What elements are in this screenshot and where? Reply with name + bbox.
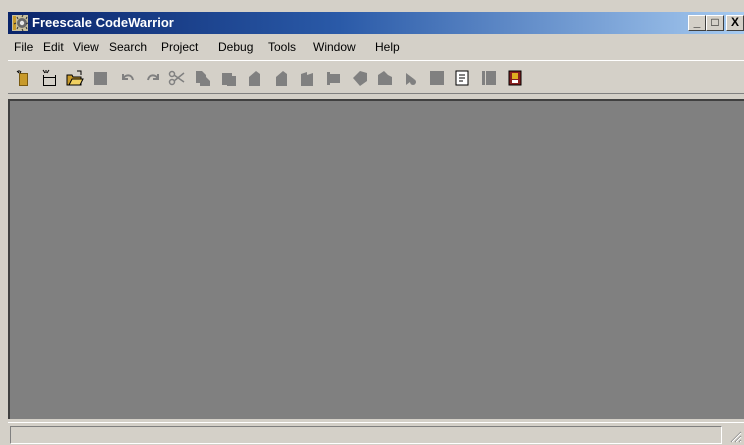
stop-build-icon[interactable] <box>376 69 394 87</box>
new-project-icon[interactable] <box>40 69 58 87</box>
file-list-icon[interactable] <box>480 69 498 87</box>
replace-icon[interactable] <box>298 69 316 87</box>
maximize-button[interactable]: □ <box>706 15 724 31</box>
open-folder-icon[interactable] <box>66 69 84 87</box>
menu-view[interactable]: View <box>73 40 99 54</box>
find-next-icon[interactable] <box>272 69 290 87</box>
cut-icon[interactable] <box>168 69 186 87</box>
paste-icon[interactable] <box>220 69 238 87</box>
toolbar <box>8 60 744 94</box>
title-bar[interactable]: Freescale CodeWarrior _ □ X <box>8 12 744 34</box>
find-icon[interactable] <box>246 69 264 87</box>
browse-icon[interactable] <box>454 69 472 87</box>
bring-up-to-date-icon[interactable] <box>324 69 342 87</box>
menu-project[interactable]: Project <box>161 40 198 54</box>
resize-grip-icon[interactable] <box>728 429 742 443</box>
debug-icon[interactable] <box>402 69 420 87</box>
menu-debug[interactable]: Debug <box>218 40 253 54</box>
copy-icon[interactable] <box>194 69 212 87</box>
menu-edit[interactable]: Edit <box>43 40 64 54</box>
undo-icon[interactable] <box>119 69 137 87</box>
menu-search[interactable]: Search <box>109 40 147 54</box>
new-text-file-icon[interactable] <box>14 69 32 87</box>
help-book-icon[interactable] <box>506 69 524 87</box>
status-bar <box>8 422 744 445</box>
window-title: Freescale CodeWarrior <box>32 15 174 30</box>
menu-file[interactable]: File <box>14 40 33 54</box>
mdi-client-area[interactable] <box>8 99 744 419</box>
run-icon[interactable] <box>428 69 446 87</box>
save-icon[interactable] <box>92 69 110 87</box>
codewarrior-window: Freescale CodeWarrior _ □ X File Edit Vi… <box>0 0 744 445</box>
minimize-button[interactable]: _ <box>688 15 706 31</box>
menu-help[interactable]: Help <box>375 40 400 54</box>
menu-tools[interactable]: Tools <box>268 40 296 54</box>
status-panel <box>10 426 722 444</box>
close-button[interactable]: X <box>726 15 744 31</box>
menu-window[interactable]: Window <box>313 40 356 54</box>
redo-icon[interactable] <box>144 69 162 87</box>
make-icon[interactable] <box>351 69 369 87</box>
codewarrior-app-icon[interactable] <box>12 14 29 32</box>
menu-bar: File Edit View Search Project Debug Tool… <box>8 36 744 58</box>
